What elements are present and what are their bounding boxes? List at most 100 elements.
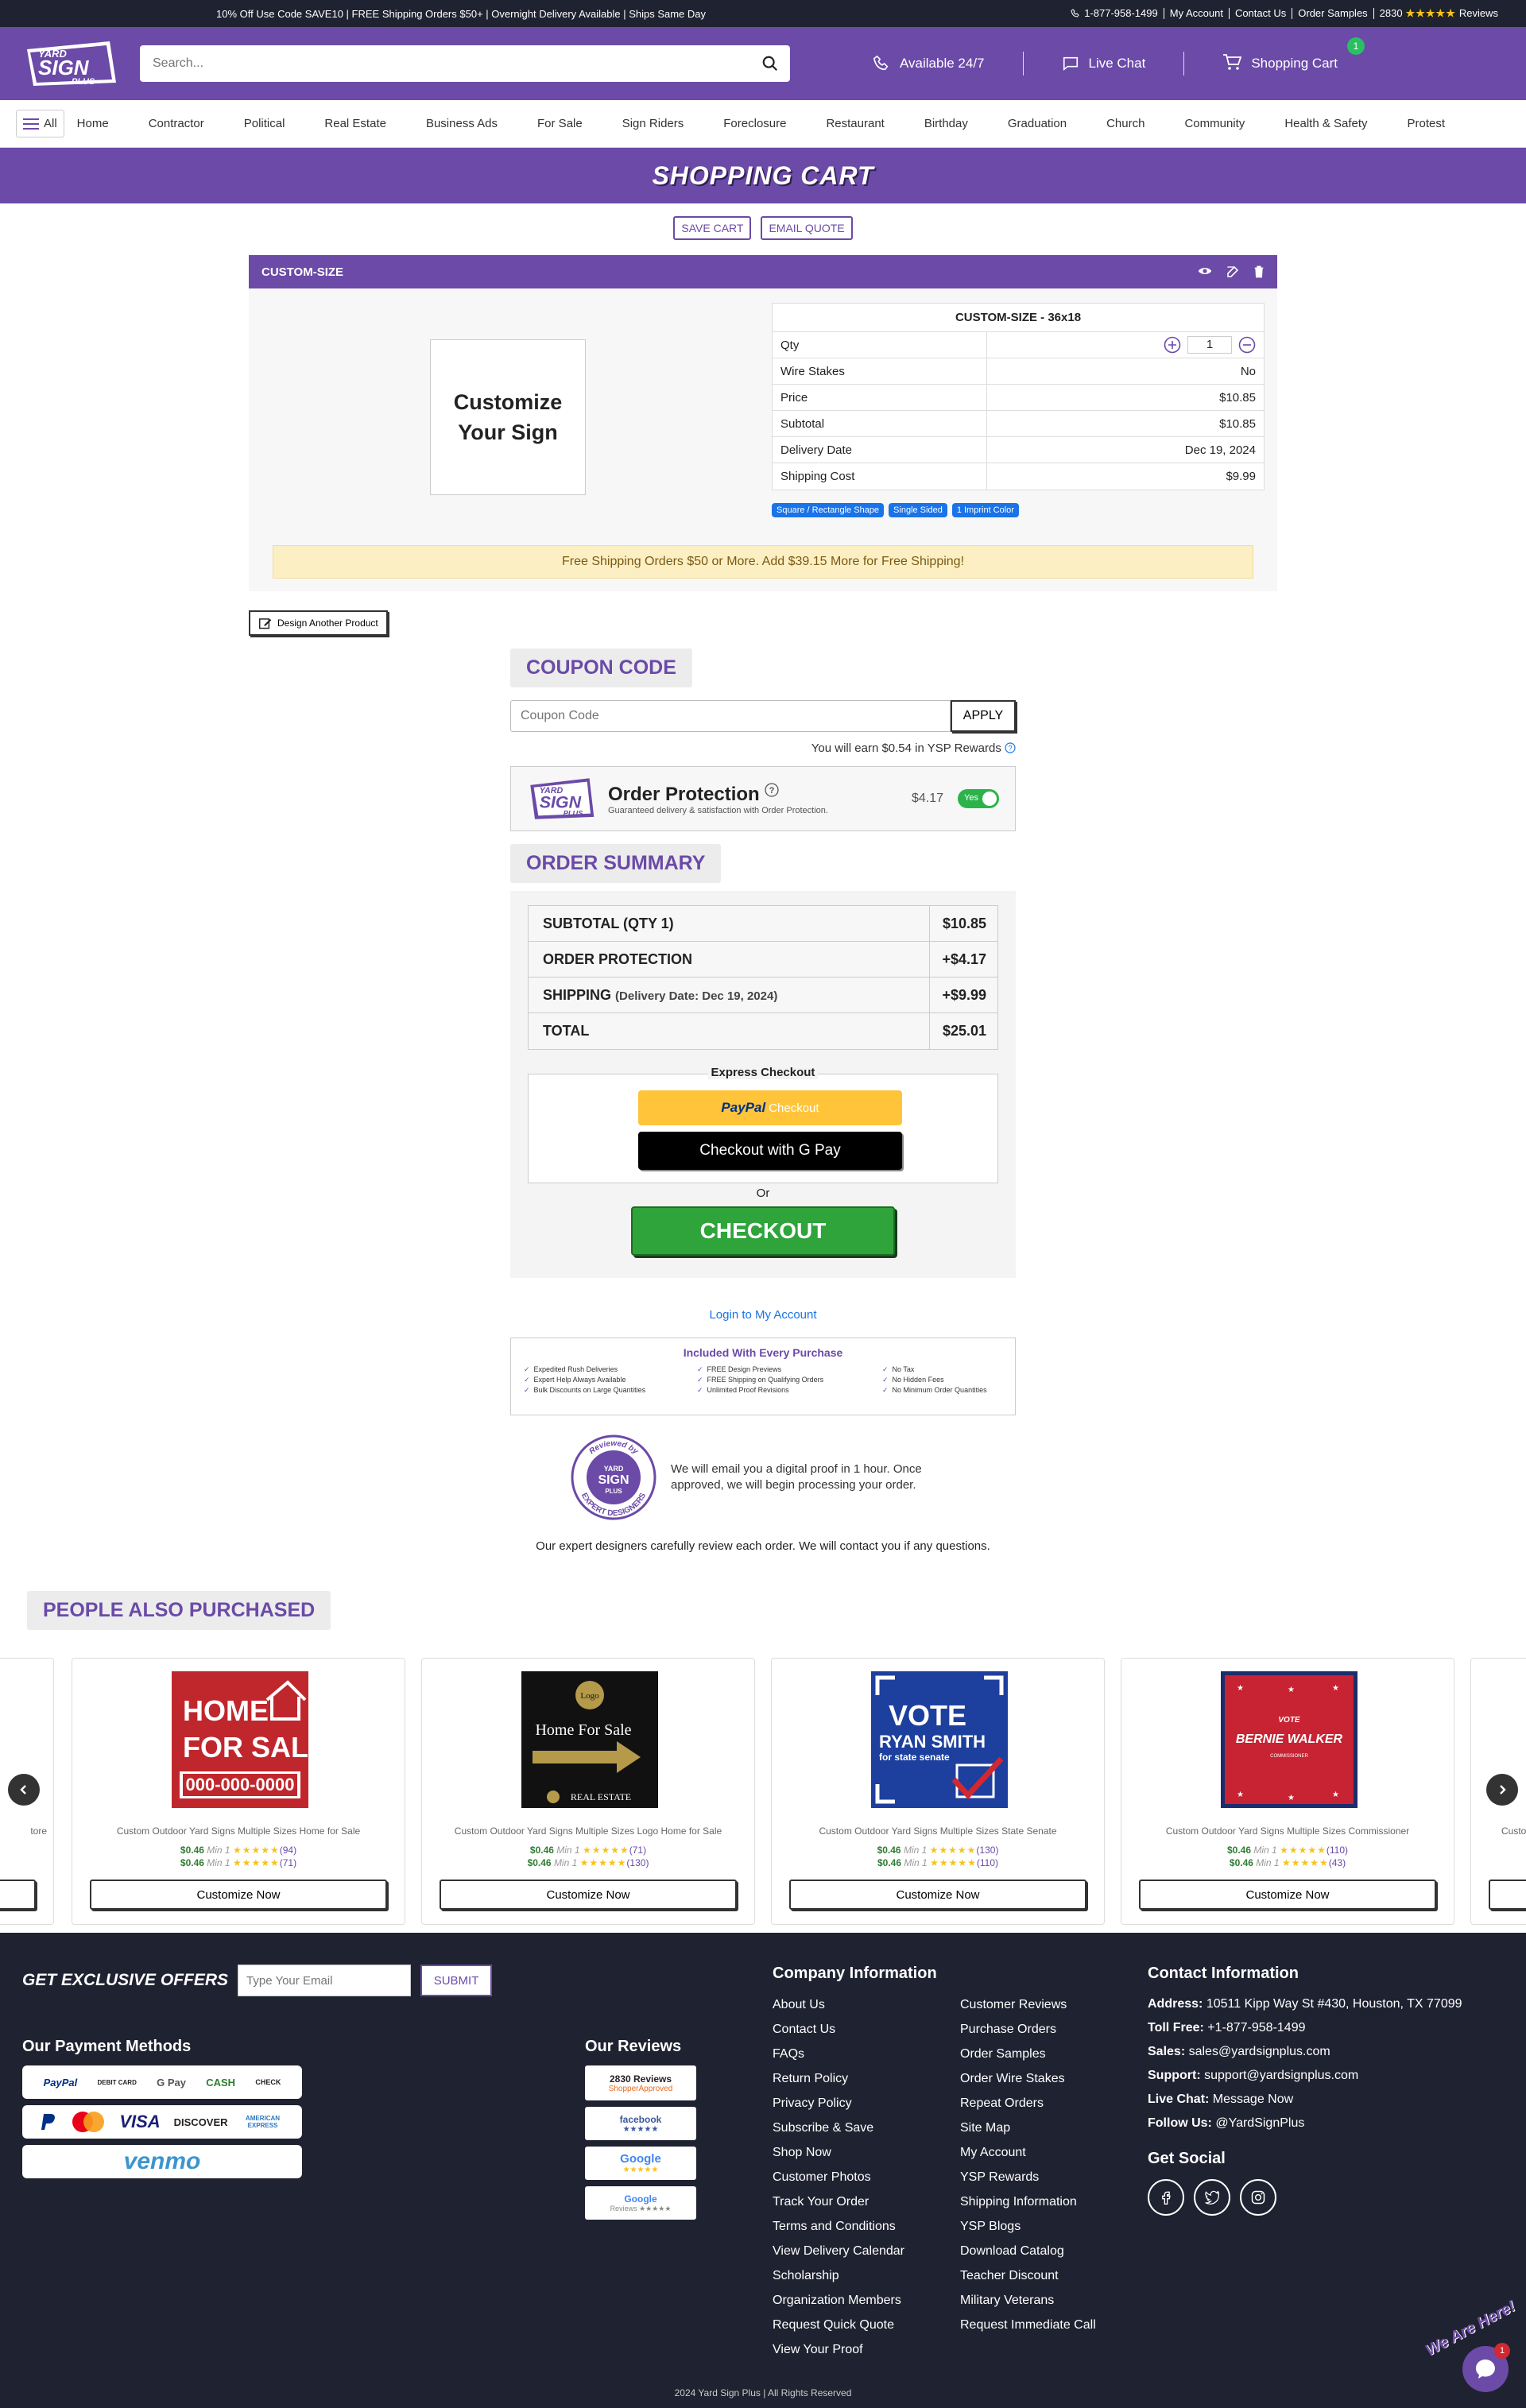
- twitter-icon[interactable]: [1194, 2179, 1230, 2216]
- save-cart-button[interactable]: SAVE CART: [673, 216, 752, 240]
- footer-link[interactable]: Teacher Discount: [960, 2263, 1096, 2288]
- contact-support-email[interactable]: Support: support@yardsignplus.com: [1148, 2064, 1513, 2088]
- footer-link[interactable]: Scholarship: [773, 2263, 960, 2288]
- footer-link[interactable]: My Account: [960, 2140, 1096, 2165]
- phone-link[interactable]: 1-877-958-1499: [1065, 8, 1164, 19]
- footer-link[interactable]: Customer Photos: [773, 2165, 960, 2189]
- footer-link[interactable]: Order Wire Stakes: [960, 2066, 1096, 2091]
- qty-input[interactable]: 1: [1187, 336, 1232, 354]
- all-categories-button[interactable]: All: [16, 110, 64, 137]
- preview-eye-icon[interactable]: [1198, 265, 1212, 277]
- product-card[interactable]: ★ ★ ★ ★ ★ ★ VOTE BERNIE WALKER COMMISSIONER…: [1121, 1658, 1454, 1925]
- minus-icon[interactable]: [1238, 336, 1256, 354]
- nav-item-sign-riders[interactable]: Sign Riders: [622, 117, 684, 130]
- nav-item-contractor[interactable]: Contractor: [149, 117, 204, 130]
- customize-sign-thumbnail[interactable]: Customize Your Sign: [430, 339, 586, 495]
- nav-item-business-ads[interactable]: Business Ads: [426, 117, 498, 130]
- nav-item-restaurant[interactable]: Restaurant: [826, 117, 884, 130]
- nav-item-community[interactable]: Community: [1184, 117, 1245, 130]
- footer-link[interactable]: About Us: [773, 1992, 960, 2017]
- footer-link[interactable]: Download Catalog: [960, 2239, 1096, 2263]
- contact-follow[interactable]: Follow Us: @YardSignPlus: [1148, 2112, 1513, 2135]
- help-icon[interactable]: ?: [1005, 742, 1016, 753]
- contact-sales-email[interactable]: Sales: sales@yardsignplus.com: [1148, 2040, 1513, 2064]
- nav-item-church[interactable]: Church: [1106, 117, 1144, 130]
- email-quote-button[interactable]: EMAIL QUOTE: [761, 216, 853, 240]
- footer-link[interactable]: Track Your Order: [773, 2189, 960, 2214]
- shopping-cart-link[interactable]: Shopping Cart 1: [1184, 37, 1376, 75]
- edit-icon[interactable]: [1226, 265, 1239, 278]
- nav-item-birthday[interactable]: Birthday: [924, 117, 968, 130]
- footer-link[interactable]: FAQs: [773, 2042, 960, 2066]
- product-card[interactable]: Logo Home For Sale REAL ESTATE Custom Ou…: [421, 1658, 755, 1925]
- contact-us-link[interactable]: Contact Us: [1228, 8, 1292, 19]
- plus-icon[interactable]: [1164, 336, 1181, 354]
- my-account-link[interactable]: My Account: [1163, 8, 1229, 19]
- google-pay-button[interactable]: Checkout with G Pay: [638, 1132, 902, 1170]
- customize-now-button[interactable]: [0, 1880, 36, 1910]
- nav-item-for-sale[interactable]: For Sale: [537, 117, 583, 130]
- trash-icon[interactable]: [1253, 265, 1265, 278]
- footer-link[interactable]: View Your Proof: [773, 2337, 960, 2362]
- footer-link[interactable]: Request Immediate Call: [960, 2313, 1096, 2337]
- footer-link[interactable]: Order Samples: [960, 2042, 1096, 2066]
- nav-item-foreclosure[interactable]: Foreclosure: [723, 117, 786, 130]
- reviews-link[interactable]: 2830 ★★★★★ Reviews: [1373, 8, 1504, 19]
- search-icon[interactable]: [761, 55, 779, 72]
- nav-item-real-estate[interactable]: Real Estate: [324, 117, 386, 130]
- footer-link[interactable]: Repeat Orders: [960, 2091, 1096, 2116]
- protection-toggle[interactable]: Yes: [958, 789, 999, 808]
- shopper-approved-badge[interactable]: 2830 Reviews ShopperApproved: [585, 2065, 696, 2100]
- newsletter-email-input[interactable]: [238, 1965, 412, 1996]
- available-link[interactable]: Available 24/7: [835, 55, 1023, 72]
- coupon-input[interactable]: [510, 700, 951, 732]
- footer-link[interactable]: YSP Blogs: [960, 2214, 1096, 2239]
- footer-link[interactable]: Military Veterans: [960, 2288, 1096, 2313]
- customize-now-button[interactable]: Customize Now: [440, 1880, 737, 1910]
- footer-link[interactable]: View Delivery Calendar: [773, 2239, 960, 2263]
- nav-item-graduation[interactable]: Graduation: [1008, 117, 1067, 130]
- search-input[interactable]: [153, 56, 777, 71]
- footer-link[interactable]: Customer Reviews: [960, 1992, 1096, 2017]
- nav-item-health-safety[interactable]: Health & Safety: [1284, 117, 1367, 130]
- info-icon[interactable]: ?: [765, 782, 780, 797]
- customize-now-button[interactable]: Customize Now: [1139, 1880, 1436, 1910]
- contact-live-chat[interactable]: Live Chat: Message Now: [1148, 2088, 1513, 2112]
- footer-link[interactable]: Site Map: [960, 2116, 1096, 2140]
- footer-link[interactable]: Subscribe & Save: [773, 2116, 960, 2140]
- contact-phone[interactable]: Toll Free: +1-877-958-1499: [1148, 2016, 1513, 2040]
- login-link[interactable]: Login to My Account: [510, 1308, 1016, 1322]
- chat-widget-button[interactable]: 1: [1462, 2343, 1510, 2392]
- instagram-icon[interactable]: [1240, 2179, 1276, 2216]
- newsletter-submit-button[interactable]: SUBMIT: [420, 1965, 493, 1996]
- carousel-prev-button[interactable]: [8, 1774, 40, 1806]
- facebook-reviews-badge[interactable]: facebook ★★★★★: [585, 2107, 696, 2140]
- google-reviews-badge-2[interactable]: Google Reviews ★★★★★: [585, 2186, 696, 2220]
- order-samples-link[interactable]: Order Samples: [1292, 8, 1373, 19]
- footer-link[interactable]: Contact Us: [773, 2017, 960, 2042]
- paypal-checkout-button[interactable]: PayPal Checkout: [638, 1090, 902, 1125]
- customize-now-button[interactable]: Customize Now: [789, 1880, 1086, 1910]
- live-chat-link[interactable]: Live Chat: [1024, 55, 1184, 72]
- customize-now-button[interactable]: [1489, 1880, 1526, 1910]
- footer-link[interactable]: Return Policy: [773, 2066, 960, 2091]
- footer-link[interactable]: YSP Rewards: [960, 2165, 1096, 2189]
- footer-link[interactable]: Request Quick Quote: [773, 2313, 960, 2337]
- carousel-next-button[interactable]: [1486, 1774, 1518, 1806]
- apply-coupon-button[interactable]: APPLY: [951, 700, 1016, 732]
- footer-link[interactable]: Organization Members: [773, 2288, 960, 2313]
- design-another-product-button[interactable]: Design Another Product: [249, 610, 388, 636]
- facebook-icon[interactable]: [1148, 2179, 1184, 2216]
- footer-link[interactable]: Shop Now: [773, 2140, 960, 2165]
- product-card[interactable]: VOTE RYAN SMITH for state senate Custom …: [771, 1658, 1105, 1925]
- footer-link[interactable]: Privacy Policy: [773, 2091, 960, 2116]
- logo[interactable]: YARD SIGN PLUS: [22, 38, 122, 89]
- footer-link[interactable]: Shipping Information: [960, 2189, 1096, 2214]
- nav-item-political[interactable]: Political: [244, 117, 285, 130]
- product-card[interactable]: HOME FOR SALE 000-000-0000 Custom Outdoo…: [72, 1658, 405, 1925]
- footer-link[interactable]: Terms and Conditions: [773, 2214, 960, 2239]
- google-reviews-badge[interactable]: Google ★★★★★: [585, 2147, 696, 2180]
- nav-item-home[interactable]: Home: [77, 117, 109, 130]
- checkout-button[interactable]: CHECKOUT: [631, 1206, 895, 1256]
- footer-link[interactable]: Purchase Orders: [960, 2017, 1096, 2042]
